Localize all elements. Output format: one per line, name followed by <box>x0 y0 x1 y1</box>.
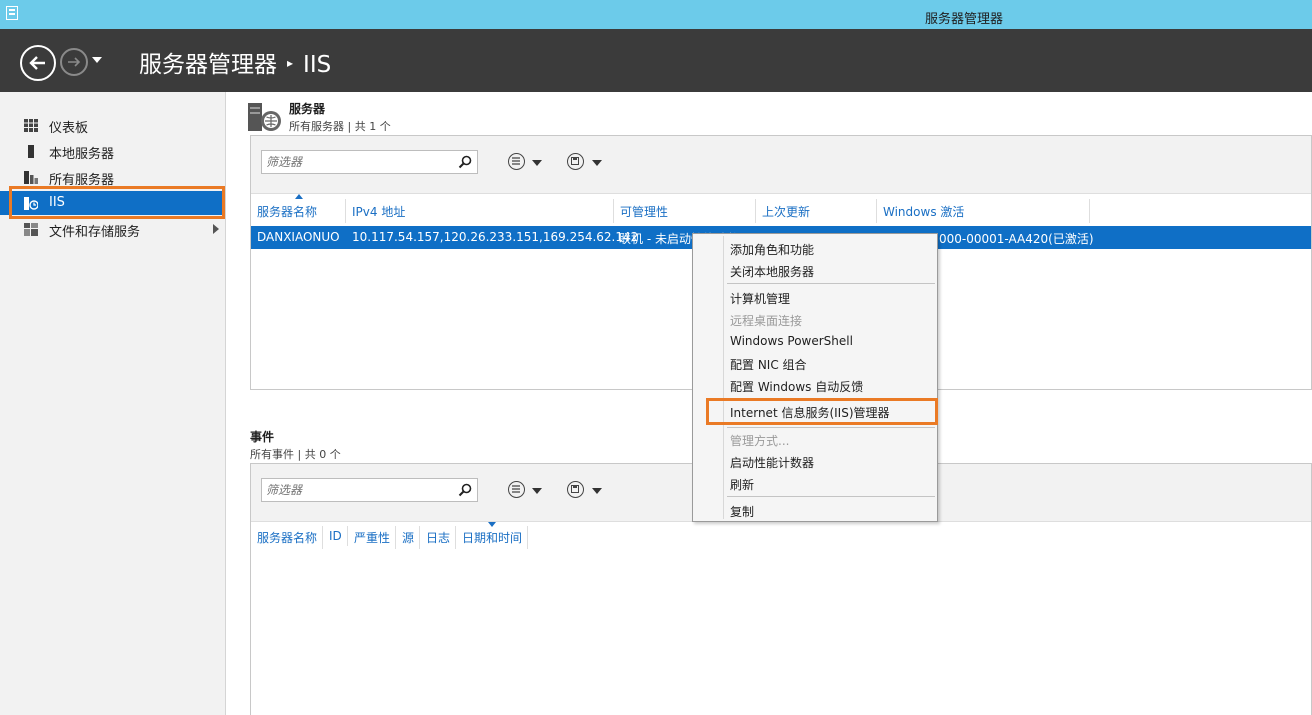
server-manager-app-icon[interactable] <box>6 6 18 20</box>
column-manageability[interactable]: 可管理性 <box>614 199 756 223</box>
events-save-dropdown-icon[interactable] <box>592 488 602 494</box>
save-icon <box>571 157 579 165</box>
back-arrow-icon <box>29 56 45 70</box>
search-icon[interactable] <box>458 155 472 169</box>
sidebar-item-local-server[interactable]: 本地服务器 <box>0 139 225 163</box>
column-server-name[interactable]: 服务器名称 <box>251 199 346 223</box>
title-bar: 服务器管理器 <box>0 0 1312 29</box>
events-title: 事件 <box>250 430 275 444</box>
breadcrumb-app[interactable]: 服务器管理器 <box>139 52 277 78</box>
events-column-severity[interactable]: 严重性 <box>349 526 397 549</box>
events-query-options-button[interactable] <box>508 481 525 498</box>
forward-button[interactable] <box>60 48 88 76</box>
sort-descending-icon <box>488 522 496 527</box>
servers-toolbar <box>251 136 1311 194</box>
events-query-dropdown-icon[interactable] <box>532 488 542 494</box>
events-column-log[interactable]: 日志 <box>421 526 457 549</box>
all-servers-icon <box>24 171 38 184</box>
sidebar-item-label: 仪表板 <box>49 121 89 136</box>
menu-item-shutdown-local-server[interactable]: 关闭本地服务器 <box>730 263 814 280</box>
column-ipv4[interactable]: IPv4 地址 <box>346 199 614 223</box>
events-filter[interactable] <box>261 478 478 502</box>
iis-highlight-box <box>9 186 225 219</box>
menu-item-computer-management[interactable]: 计算机管理 <box>730 290 790 307</box>
query-options-dropdown-icon[interactable] <box>532 160 542 166</box>
save-query-button[interactable] <box>567 153 584 170</box>
dashboard-icon <box>24 119 38 132</box>
menu-separator <box>727 283 935 284</box>
query-options-button[interactable] <box>508 153 525 170</box>
window-title: 服务器管理器 <box>925 12 1004 27</box>
menu-separator <box>727 496 935 497</box>
column-last-update[interactable]: 上次更新 <box>756 199 877 223</box>
search-icon[interactable] <box>458 483 472 497</box>
events-filter-input[interactable] <box>262 479 452 501</box>
save-icon <box>571 485 579 493</box>
menu-item-add-roles[interactable]: 添加角色和功能 <box>730 241 814 258</box>
list-icon <box>512 157 520 165</box>
sidebar-item-label: 文件和存储服务 <box>49 225 141 240</box>
menu-gutter <box>723 236 724 519</box>
sidebar-item-dashboard[interactable]: 仪表板 <box>0 113 225 137</box>
events-column-source[interactable]: 源 <box>397 526 421 549</box>
breadcrumb-current: IIS <box>303 52 332 78</box>
menu-item-copy[interactable]: 复制 <box>730 503 754 520</box>
cell-windows-activation: 000-00001-AA420(已激活) <box>939 232 1094 246</box>
forward-arrow-icon <box>68 57 81 67</box>
list-icon <box>512 485 520 493</box>
column-windows-activation[interactable]: Windows 激活 <box>877 199 1090 223</box>
sort-ascending-icon <box>295 194 303 199</box>
events-subtitle: 所有事件 | 共 0 个 <box>250 448 341 461</box>
sidebar-item-file-storage[interactable]: 文件和存储服务 <box>0 217 225 241</box>
context-menu: 添加角色和功能 关闭本地服务器 计算机管理 远程桌面连接 Windows Pow… <box>692 233 938 522</box>
file-storage-icon <box>24 223 38 236</box>
menu-separator <box>727 427 935 428</box>
menu-item-nic-teaming[interactable]: 配置 NIC 组合 <box>730 356 807 373</box>
cell-ipv4: 10.117.54.157,120.26.233.151,169.254.62.… <box>352 230 639 244</box>
menu-item-refresh[interactable]: 刷新 <box>730 476 754 493</box>
servers-section-icon <box>248 103 281 131</box>
events-save-query-button[interactable] <box>567 481 584 498</box>
servers-filter[interactable] <box>261 150 478 174</box>
sidebar-item-label: 本地服务器 <box>49 147 115 162</box>
save-query-dropdown-icon[interactable] <box>592 160 602 166</box>
back-button[interactable] <box>20 45 56 81</box>
local-server-icon <box>28 145 34 158</box>
events-column-datetime[interactable]: 日期和时间 <box>457 526 529 549</box>
cell-server-name: DANXIAONUO <box>257 230 340 244</box>
history-dropdown-icon[interactable] <box>92 57 102 63</box>
servers-title: 服务器 <box>289 102 326 116</box>
header-bar: 服务器管理器 ▸ IIS <box>0 29 1312 92</box>
menu-item-windows-feedback[interactable]: 配置 Windows 自动反馈 <box>730 378 863 395</box>
breadcrumb: 服务器管理器 ▸ IIS <box>139 45 331 79</box>
servers-subtitle: 所有服务器 | 共 1 个 <box>289 120 391 133</box>
breadcrumb-separator: ▸ <box>287 55 294 70</box>
iis-manager-highlight-box <box>706 398 938 425</box>
events-column-id[interactable]: ID <box>324 526 348 546</box>
menu-item-powershell[interactable]: Windows PowerShell <box>730 334 853 348</box>
expand-arrow-icon[interactable] <box>213 224 219 234</box>
servers-filter-input[interactable] <box>262 151 452 173</box>
events-column-server-name[interactable]: 服务器名称 <box>252 526 324 549</box>
menu-item-manage-as: 管理方式... <box>730 434 790 448</box>
menu-item-start-perf-counters[interactable]: 启动性能计数器 <box>730 454 814 471</box>
menu-item-remote-desktop: 远程桌面连接 <box>730 314 803 328</box>
